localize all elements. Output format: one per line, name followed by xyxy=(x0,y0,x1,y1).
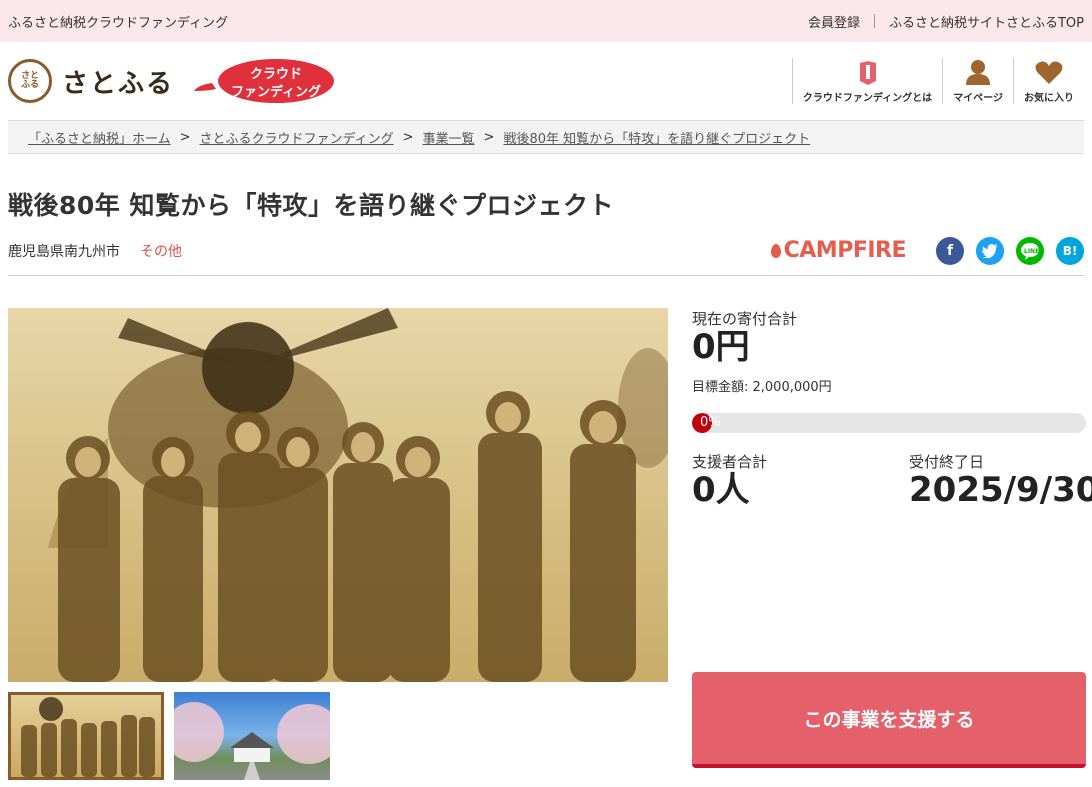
image-gallery xyxy=(8,308,668,780)
supporters-label: 支援者合計 xyxy=(692,453,768,472)
hatena-share-button[interactable]: B! xyxy=(1056,236,1084,265)
badge-line-1: クラウド xyxy=(250,67,303,82)
breadcrumb-crowdfunding[interactable]: さとふるクラウドファンディング xyxy=(200,128,394,147)
support-project-button[interactable]: この事業を支援する xyxy=(692,672,1086,768)
nav-label: クラウドファンディングとは xyxy=(802,93,933,104)
breadcrumb-separator: > xyxy=(179,129,191,145)
breadcrumb-home[interactable]: 「ふるさと納税」ホーム xyxy=(28,128,171,147)
facebook-icon: f xyxy=(946,242,954,259)
logo[interactable]: さと ふる さとふる クラウド ファンディング xyxy=(8,57,335,105)
category-tag[interactable]: その他 xyxy=(140,241,182,261)
breadcrumb-current[interactable]: 戦後80年 知覧から「特攻」を語り継ぐプロジェクト xyxy=(503,128,810,147)
user-icon xyxy=(966,60,991,85)
heart-icon xyxy=(1035,61,1063,84)
line-icon: LINE xyxy=(1021,242,1039,260)
nav-about-crowdfunding[interactable]: クラウドファンディングとは xyxy=(791,58,942,104)
breadcrumb-separator: > xyxy=(402,129,414,145)
top-links: 会員登録 ふるさと納税サイトさとふるTOP xyxy=(808,12,1084,31)
nav-label: マイページ xyxy=(953,93,1003,104)
project-meta: 鹿児島県南九州市 その他 CAMPFIRE f LINE B! xyxy=(8,236,1084,276)
thumbnail-strip xyxy=(8,692,668,780)
goal-amount: 目標金額: 2,000,000円 xyxy=(692,380,832,396)
progress-text: 0% xyxy=(700,415,721,431)
breadcrumb-separator: > xyxy=(483,129,495,145)
progress-bar: 0% xyxy=(692,413,1086,434)
twitter-share-button[interactable] xyxy=(976,236,1004,265)
supporters-value: 0人 xyxy=(692,470,750,511)
thumbnail-2[interactable] xyxy=(174,692,330,780)
flame-icon xyxy=(770,243,781,258)
nav-label: お気に入り xyxy=(1024,93,1074,104)
satofull-top-link[interactable]: ふるさと納税サイトさとふるTOP xyxy=(889,12,1084,31)
total-value: 0円 xyxy=(692,327,750,367)
funding-panel: 現在の寄付合計 0円 目標金額: 2,000,000円 0% 支援者合計 0人 … xyxy=(692,308,1092,780)
breadcrumb: 「ふるさと納税」ホーム > さとふるクラウドファンディング > 事業一覧 > 戦… xyxy=(8,120,1084,154)
breadcrumb-project-list[interactable]: 事業一覧 xyxy=(423,128,475,147)
main-photo[interactable] xyxy=(8,308,668,682)
deadline-label: 受付終了日 xyxy=(909,453,985,472)
main-content: 現在の寄付合計 0円 目標金額: 2,000,000円 0% 支援者合計 0人 … xyxy=(0,276,1092,780)
facebook-share-button[interactable]: f xyxy=(936,236,964,265)
line-share-button[interactable]: LINE xyxy=(1016,236,1044,265)
logo-seal-icon: さと ふる xyxy=(8,59,52,103)
total-label: 現在の寄付合計 xyxy=(692,310,798,328)
platform-name: CAMPFIRE xyxy=(783,238,907,263)
bookmark-icon xyxy=(859,61,876,85)
page-title: 戦後80年 知覧から「特攻」を語り継ぐプロジェクト xyxy=(8,191,614,220)
crowdfunding-badge: クラウド ファンディング xyxy=(194,57,335,105)
svg-text:LINE: LINE xyxy=(1024,248,1039,255)
nav-mypage[interactable]: マイページ xyxy=(942,58,1013,104)
divider xyxy=(873,14,875,28)
header-nav: クラウドファンディングとは マイページ お気に入り xyxy=(791,58,1084,104)
hatena-icon: B! xyxy=(1062,243,1078,258)
campfire-logo: CAMPFIRE xyxy=(770,238,907,263)
municipality: 鹿児島県南九州市 xyxy=(8,243,120,260)
stats-row: 支援者合計 0人 受付終了日 2025/9/30 xyxy=(692,451,1092,511)
member-register-link[interactable]: 会員登録 xyxy=(808,12,860,31)
brand-name: さとふる xyxy=(62,68,175,99)
deadline-value: 2025/9/30 xyxy=(909,470,1092,511)
badge-line-2: ファンディング xyxy=(230,85,322,100)
twitter-icon xyxy=(982,243,998,258)
site-name: ふるさと納税クラウドファンディング xyxy=(8,15,229,31)
header: さと ふる さとふる クラウド ファンディング クラウドファンディングとは マイペ… xyxy=(0,42,1092,120)
nav-favorites[interactable]: お気に入り xyxy=(1013,58,1084,104)
thumbnail-1[interactable] xyxy=(8,692,164,780)
top-bar: ふるさと納税クラウドファンディング 会員登録 ふるさと納税サイトさとふるTOP xyxy=(0,0,1092,42)
